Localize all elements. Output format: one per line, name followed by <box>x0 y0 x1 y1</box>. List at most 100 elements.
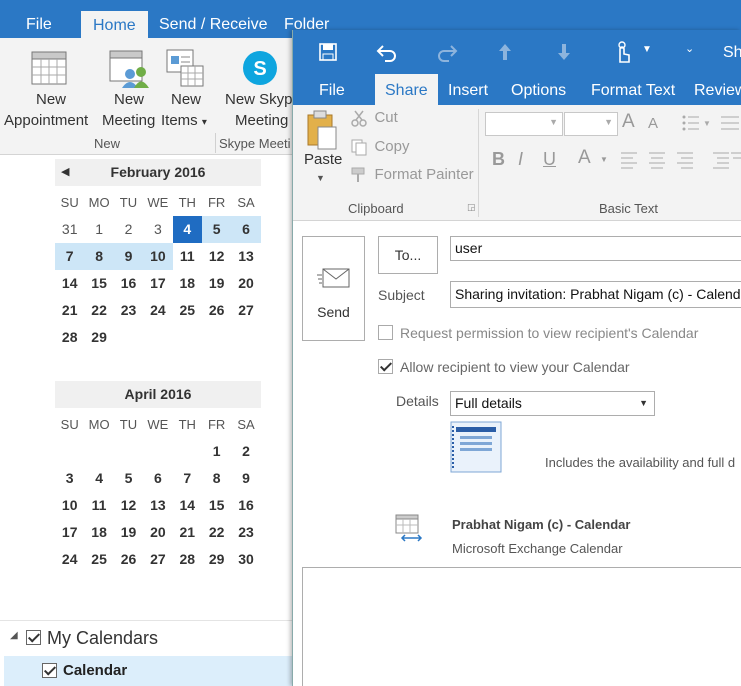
calendar-day[interactable]: 6 <box>143 465 172 492</box>
calendar-day[interactable]: 7 <box>55 243 85 270</box>
redo-icon[interactable] <box>436 42 458 62</box>
calendar-day[interactable]: 23 <box>114 297 143 324</box>
calendar-day[interactable]: 11 <box>84 492 113 519</box>
calendar-day[interactable]: 27 <box>143 546 172 573</box>
arrow-down-icon[interactable] <box>556 42 572 62</box>
to-button[interactable]: To... <box>378 236 438 274</box>
undo-icon[interactable] <box>376 42 398 62</box>
bold-icon[interactable]: B <box>492 149 505 170</box>
italic-icon[interactable]: I <box>518 149 523 170</box>
calendar-day[interactable]: 21 <box>55 297 84 324</box>
calendar-day[interactable]: 1 <box>84 216 113 243</box>
tab-file[interactable]: File <box>319 74 345 105</box>
tab-format-text[interactable]: Format Text <box>591 74 675 105</box>
dialog-launcher-icon[interactable]: ◲ <box>467 202 476 213</box>
tab-options[interactable]: Options <box>511 74 566 105</box>
calendar-day[interactable]: 11 <box>173 243 202 270</box>
new-appointment-button[interactable] <box>30 48 70 93</box>
calendar-day[interactable]: 21 <box>173 519 202 546</box>
prev-month-arrow-icon[interactable]: ◀ <box>61 159 69 186</box>
arrow-up-icon[interactable] <box>497 42 513 62</box>
bullets-icon[interactable]: ▼ <box>681 113 741 133</box>
request-permission-checkbox[interactable] <box>378 324 393 342</box>
calendar-day[interactable]: 19 <box>202 270 231 297</box>
calendar-day[interactable]: 8 <box>202 465 231 492</box>
tab-home[interactable]: Home <box>81 11 148 38</box>
calendar-day[interactable]: 5 <box>201 216 232 243</box>
calendar-day[interactable]: 3 <box>143 216 172 243</box>
send-button[interactable]: Send <box>302 236 365 341</box>
calendar-day[interactable]: 22 <box>84 297 113 324</box>
dropdown-arrow-icon[interactable]: ▼ <box>642 44 652 55</box>
calendar-day[interactable]: 16 <box>114 270 143 297</box>
touch-mode-icon[interactable] <box>613 40 633 64</box>
calendar-day[interactable]: 28 <box>173 546 202 573</box>
calendar-day[interactable]: 22 <box>202 519 231 546</box>
calendar-day[interactable]: 6 <box>231 216 261 243</box>
calendar-day[interactable]: 17 <box>143 270 172 297</box>
font-color-icon[interactable]: A <box>578 147 591 169</box>
new-meeting-button[interactable] <box>108 48 150 95</box>
calendar-day[interactable]: 9 <box>113 243 144 270</box>
calendar-day[interactable]: 16 <box>231 492 260 519</box>
collapse-arrow-icon[interactable]: ◢ <box>10 630 18 641</box>
calendar-item[interactable]: Calendar <box>4 656 292 686</box>
font-size-select[interactable]: ▼ <box>564 112 618 136</box>
calendar-day[interactable]: 1 <box>202 438 231 465</box>
tab-send-receive[interactable]: Send / Receive <box>159 0 268 38</box>
calendar-day[interactable]: 12 <box>202 243 231 270</box>
tab-review[interactable]: Review <box>694 74 741 105</box>
calendar-day[interactable]: 18 <box>84 519 113 546</box>
calendar-day[interactable]: 10 <box>55 492 84 519</box>
calendar-day[interactable]: 3 <box>55 465 84 492</box>
tab-file[interactable]: File <box>26 0 52 38</box>
calendar-day[interactable]: 15 <box>84 270 113 297</box>
save-icon[interactable] <box>318 42 338 62</box>
paste-button[interactable]: Paste ▼ <box>303 109 343 199</box>
calendar-day[interactable]: 14 <box>173 492 202 519</box>
my-calendars-checkbox[interactable] <box>26 629 41 647</box>
calendar-day[interactable]: 26 <box>114 546 143 573</box>
calendar-day[interactable]: 13 <box>231 243 260 270</box>
calendar-day[interactable]: 30 <box>231 546 260 573</box>
tab-share[interactable]: Share <box>375 74 438 105</box>
calendar-day[interactable]: 9 <box>231 465 260 492</box>
tab-insert[interactable]: Insert <box>448 74 488 105</box>
calendar-day[interactable]: 13 <box>143 492 172 519</box>
new-skype-meeting-button[interactable]: S <box>240 48 280 93</box>
new-items-button[interactable] <box>165 48 205 93</box>
cut-button[interactable]: Cut <box>350 109 398 131</box>
calendar-day[interactable]: 28 <box>55 324 84 351</box>
calendar-day[interactable]: 29 <box>84 324 113 351</box>
calendar-day[interactable]: 2 <box>231 438 260 465</box>
alignment-icons[interactable] <box>621 150 741 170</box>
allow-view-checkbox[interactable] <box>378 358 393 376</box>
calendar-day[interactable]: 18 <box>173 270 202 297</box>
customize-toolbar-icon[interactable]: ⌄ <box>685 42 694 55</box>
calendar-day[interactable]: 2 <box>114 216 143 243</box>
calendar-day[interactable]: 14 <box>55 270 84 297</box>
calendar-day[interactable]: 31 <box>55 216 84 243</box>
format-painter-button[interactable]: Format Painter <box>350 166 474 188</box>
message-body[interactable] <box>302 567 741 686</box>
dropdown-arrow-icon[interactable]: ▼ <box>600 155 608 164</box>
calendar-day[interactable]: 24 <box>55 546 84 573</box>
details-select[interactable]: Full details ▼ <box>450 391 655 416</box>
underline-icon[interactable]: U <box>543 149 556 170</box>
calendar-day[interactable]: 4 <box>172 216 202 243</box>
calendar-day[interactable]: 10 <box>143 243 173 270</box>
calendar-checkbox[interactable] <box>42 663 57 678</box>
to-field[interactable]: user <box>450 236 741 261</box>
subject-field[interactable]: Sharing invitation: Prabhat Nigam (c) - … <box>450 281 741 308</box>
font-name-select[interactable]: ▼ <box>485 112 563 136</box>
calendar-day[interactable]: 15 <box>202 492 231 519</box>
calendar-day[interactable]: 25 <box>173 297 202 324</box>
calendar-day[interactable]: 27 <box>231 297 260 324</box>
calendar-day[interactable]: 24 <box>143 297 172 324</box>
calendar-day[interactable]: 23 <box>231 519 260 546</box>
grow-font-icon[interactable]: A <box>622 111 635 133</box>
calendar-day[interactable]: 29 <box>202 546 231 573</box>
calendar-day[interactable]: 12 <box>114 492 143 519</box>
shrink-font-icon[interactable]: A <box>648 115 658 132</box>
calendar-day[interactable]: 26 <box>202 297 231 324</box>
